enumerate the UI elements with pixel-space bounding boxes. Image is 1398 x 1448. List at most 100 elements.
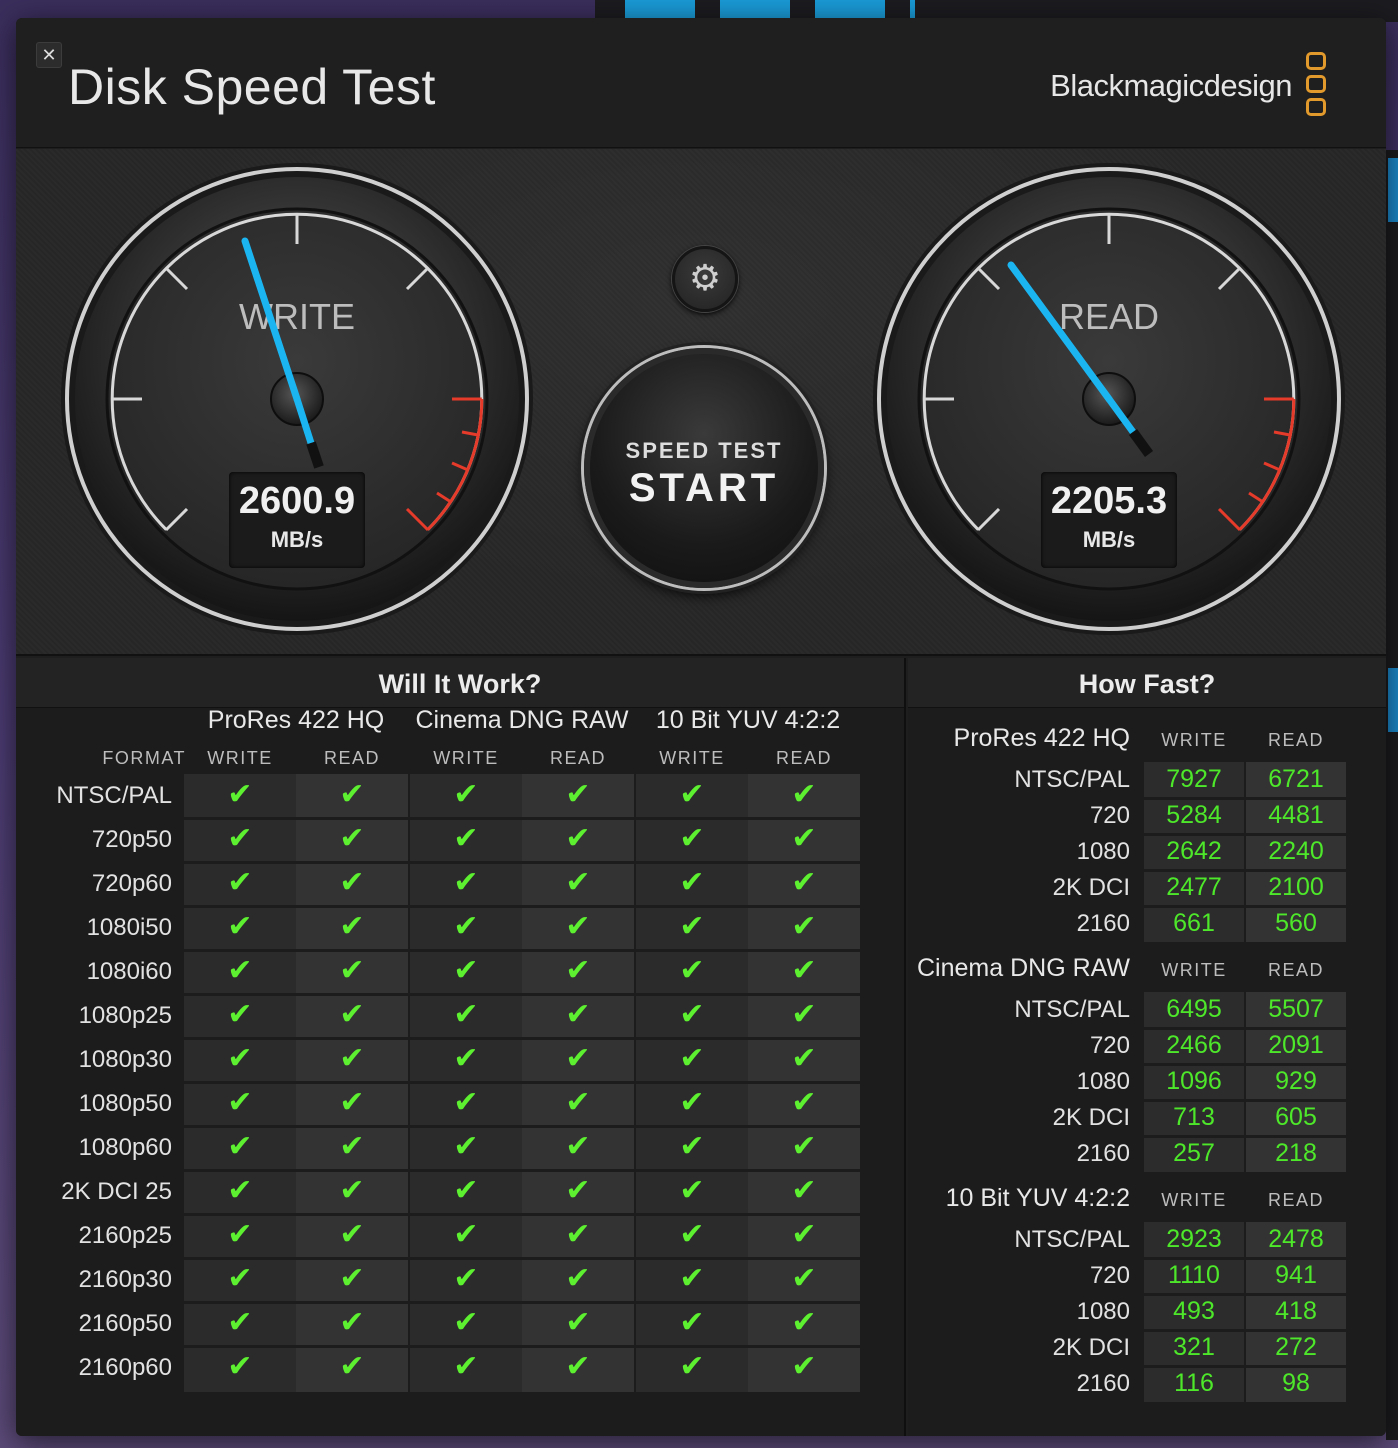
check-icon: ✔ (453, 998, 479, 1031)
how-fast-format-label: 2160 (1076, 1370, 1130, 1397)
row-divider (184, 1257, 862, 1260)
how-fast-write-value: 1096 (1166, 1067, 1222, 1095)
format-label: 2160p50 (78, 1310, 172, 1337)
format-label: 1080p25 (78, 1002, 172, 1029)
check-icon: ✔ (227, 1042, 253, 1075)
start-button-label: START (628, 466, 780, 510)
check-icon: ✔ (565, 778, 591, 811)
start-button-caption: SPEED TEST (625, 438, 783, 463)
check-icon: ✔ (679, 1350, 705, 1383)
check-icon: ✔ (679, 1130, 705, 1163)
check-icon: ✔ (339, 866, 365, 899)
how-fast-format-label: 720 (1089, 1262, 1130, 1289)
row-divider (184, 1081, 862, 1084)
codec-header: 10 Bit YUV 4:2:2 (655, 706, 841, 734)
read-gauge-label: READ (1059, 296, 1159, 337)
how-fast-read-value: 218 (1275, 1139, 1317, 1167)
check-icon: ✔ (791, 1218, 817, 1251)
check-icon: ✔ (227, 998, 253, 1031)
format-label: 1080i60 (86, 958, 172, 985)
check-icon: ✔ (565, 1042, 591, 1075)
write-speed-value: 2600.9 (238, 480, 356, 522)
how-fast-read-value: 6721 (1268, 765, 1324, 793)
settings-button[interactable]: ⚙ (672, 246, 738, 312)
read-subheader: READ (775, 748, 832, 768)
speed-test-start-button[interactable]: SPEED TEST START (584, 348, 824, 588)
row-divider (1144, 1293, 1346, 1296)
row-divider (184, 1037, 862, 1040)
check-icon: ✔ (565, 1350, 591, 1383)
check-icon: ✔ (227, 822, 253, 855)
check-icon: ✔ (339, 822, 365, 855)
check-icon: ✔ (339, 1350, 365, 1383)
how-fast-read-value: 98 (1282, 1369, 1310, 1397)
how-fast-format-label: 2K DCI (1052, 1334, 1130, 1361)
format-label: 720p60 (91, 870, 172, 897)
check-icon: ✔ (227, 1262, 253, 1295)
check-icon: ✔ (679, 1174, 705, 1207)
check-icon: ✔ (453, 1350, 479, 1383)
how-fast-write-value: 116 (1174, 1369, 1214, 1397)
how-fast-group-title: ProRes 422 HQ (953, 724, 1130, 752)
how-fast-group-title: 10 Bit YUV 4:2:2 (945, 1184, 1130, 1212)
row-divider (184, 1301, 862, 1304)
how-fast-read-value: 941 (1275, 1261, 1317, 1289)
check-icon: ✔ (791, 1086, 817, 1119)
check-icon: ✔ (565, 1086, 591, 1119)
row-divider (184, 949, 862, 952)
format-label: 2160p60 (78, 1354, 172, 1381)
how-fast-read-header: READ (1267, 730, 1324, 750)
how-fast-read-value: 5507 (1268, 995, 1324, 1023)
check-icon: ✔ (339, 1042, 365, 1075)
how-fast-write-value: 321 (1173, 1333, 1215, 1361)
how-fast-write-value: 1110 (1168, 1261, 1220, 1289)
check-icon: ✔ (453, 1086, 479, 1119)
how-fast-read-value: 2478 (1268, 1225, 1324, 1253)
how-fast-write-header: WRITE (1161, 730, 1227, 750)
row-divider (1144, 1063, 1346, 1066)
how-fast-read-value: 272 (1275, 1333, 1317, 1361)
check-icon: ✔ (339, 954, 365, 987)
check-icon: ✔ (227, 910, 253, 943)
codec-header: ProRes 422 HQ (207, 706, 385, 734)
close-button[interactable]: ✕ (36, 42, 62, 68)
check-icon: ✔ (791, 1174, 817, 1207)
check-icon: ✔ (339, 1130, 365, 1163)
how-fast-read-value: 418 (1275, 1297, 1317, 1325)
check-icon: ✔ (565, 822, 591, 855)
row-divider (184, 817, 862, 820)
check-icon: ✔ (453, 1262, 479, 1295)
write-subheader: WRITE (207, 748, 273, 768)
how-fast-read-header: READ (1267, 1190, 1324, 1210)
how-fast-write-value: 257 (1173, 1139, 1215, 1167)
check-icon: ✔ (227, 1086, 253, 1119)
brand-logo-icon (1306, 52, 1330, 124)
check-icon: ✔ (453, 1174, 479, 1207)
check-icon: ✔ (791, 778, 817, 811)
check-icon: ✔ (791, 1262, 817, 1295)
check-icon: ✔ (339, 1174, 365, 1207)
how-fast-read-header: READ (1267, 960, 1324, 980)
check-icon: ✔ (679, 998, 705, 1031)
how-fast-read-value: 929 (1275, 1067, 1317, 1095)
how-fast-write-value: 6495 (1166, 995, 1222, 1023)
background-accent (1388, 668, 1398, 732)
title-bar: Disk Speed Test Blackmagicdesign (16, 18, 1386, 148)
check-icon: ✔ (791, 866, 817, 899)
gear-icon: ⚙ (688, 257, 722, 298)
check-icon: ✔ (339, 1086, 365, 1119)
how-fast-read-value: 2240 (1268, 837, 1324, 865)
check-icon: ✔ (227, 866, 253, 899)
check-icon: ✔ (339, 1218, 365, 1251)
how-fast-read-value: 2100 (1268, 873, 1324, 901)
how-fast-format-label: 2K DCI (1052, 874, 1130, 901)
how-fast-read-value: 4481 (1268, 801, 1324, 829)
check-icon: ✔ (565, 954, 591, 987)
check-icon: ✔ (227, 954, 253, 987)
check-icon: ✔ (453, 954, 479, 987)
write-subheader: WRITE (433, 748, 499, 768)
format-label: 1080p30 (78, 1046, 172, 1073)
check-icon: ✔ (679, 1306, 705, 1339)
how-fast-write-value: 2642 (1166, 837, 1222, 865)
how-fast-format-label: 720 (1089, 1032, 1130, 1059)
